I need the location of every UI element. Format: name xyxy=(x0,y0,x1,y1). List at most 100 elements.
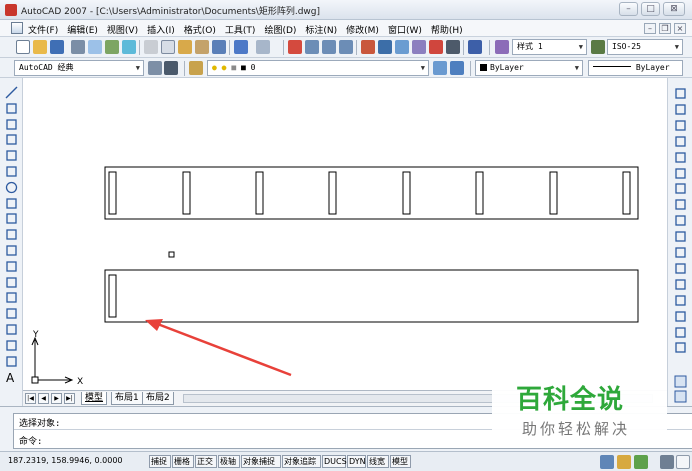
status-toggle[interactable]: 栅格 xyxy=(172,455,194,468)
mdi-close-button[interactable]: × xyxy=(674,23,686,34)
maximize-button[interactable]: □ xyxy=(641,2,660,16)
prev-tab-icon[interactable]: ◀ xyxy=(38,393,49,404)
arc-icon[interactable] xyxy=(5,165,18,178)
next-tab-icon[interactable]: ▶ xyxy=(51,393,62,404)
insert-block-icon[interactable] xyxy=(5,260,18,273)
print-icon[interactable] xyxy=(71,40,85,54)
fillet-icon[interactable] xyxy=(674,326,687,339)
trim-icon[interactable] xyxy=(674,230,687,243)
publish-web-icon[interactable] xyxy=(122,40,136,54)
new-icon[interactable] xyxy=(16,40,30,54)
save-icon[interactable] xyxy=(50,40,64,54)
status-toggle[interactable]: 线宽 xyxy=(367,455,389,468)
dimension-style-icon[interactable] xyxy=(591,40,605,54)
status-menu-icon[interactable] xyxy=(660,455,674,469)
layer-previous-icon[interactable] xyxy=(450,61,464,75)
command-prompt[interactable]: 命令: xyxy=(19,434,42,447)
polygon-icon[interactable] xyxy=(5,133,18,146)
move-icon[interactable] xyxy=(674,167,687,180)
ellipse-icon[interactable] xyxy=(5,228,18,241)
upper-rectangle[interactable] xyxy=(104,166,639,220)
source-slot[interactable] xyxy=(108,274,117,318)
make-object-layer-current-icon[interactable] xyxy=(433,61,447,75)
hatch-icon[interactable] xyxy=(5,307,18,320)
tool-palettes-icon[interactable] xyxy=(395,40,409,54)
ellipse-arc-icon[interactable] xyxy=(5,244,18,257)
communication-center-icon[interactable] xyxy=(600,455,614,469)
markup-icon[interactable] xyxy=(429,40,443,54)
open-icon[interactable] xyxy=(33,40,47,54)
menu-item[interactable]: 视图(V) xyxy=(107,23,138,36)
last-tab-icon[interactable]: ▶| xyxy=(64,393,75,404)
point-icon[interactable] xyxy=(5,291,18,304)
zoom-realtime-icon[interactable] xyxy=(305,40,319,54)
clean-screen-icon[interactable] xyxy=(676,455,690,469)
menu-item[interactable]: 绘图(D) xyxy=(264,23,296,36)
menu-item[interactable]: 标注(N) xyxy=(305,23,337,36)
status-toggle[interactable]: 对象追踪 xyxy=(282,455,321,468)
polyline-icon[interactable] xyxy=(5,118,18,131)
array-slot[interactable] xyxy=(402,171,411,215)
array-slot[interactable] xyxy=(549,171,558,215)
menu-item[interactable]: 窗口(W) xyxy=(388,23,422,36)
publish-icon[interactable] xyxy=(105,40,119,54)
zoom-window-icon[interactable] xyxy=(322,40,336,54)
revision-cloud-icon[interactable] xyxy=(5,197,18,210)
color-dropdown[interactable]: ByLayer ▼ xyxy=(475,60,583,76)
redo-icon[interactable] xyxy=(256,40,270,54)
first-tab-icon[interactable]: |◀ xyxy=(25,393,36,404)
spline-icon[interactable] xyxy=(5,212,18,225)
workspace-settings-icon[interactable] xyxy=(148,61,162,75)
tray-settings-icon[interactable] xyxy=(634,455,648,469)
draw-order-icon[interactable] xyxy=(674,375,687,388)
array-slot[interactable] xyxy=(475,171,484,215)
zoom-previous-icon[interactable] xyxy=(339,40,353,54)
sheet-set-icon[interactable] xyxy=(412,40,426,54)
chamfer-icon[interactable] xyxy=(674,310,687,323)
quickcalc-icon[interactable] xyxy=(446,40,460,54)
circle-icon[interactable] xyxy=(5,181,18,194)
text-style-dropdown[interactable]: 样式 1 ▼ xyxy=(512,39,587,55)
lower-rectangle[interactable] xyxy=(104,269,639,323)
menu-item[interactable]: 工具(T) xyxy=(225,23,256,36)
pan-icon[interactable] xyxy=(288,40,302,54)
table-icon[interactable] xyxy=(5,355,18,368)
join-icon[interactable] xyxy=(674,294,687,307)
array-slot[interactable] xyxy=(622,171,631,215)
menu-item[interactable]: 插入(I) xyxy=(147,23,175,36)
lock-toolbar-icon[interactable] xyxy=(617,455,631,469)
undo-icon[interactable] xyxy=(234,40,248,54)
mirror-icon[interactable] xyxy=(674,119,687,132)
cut-icon[interactable] xyxy=(144,40,158,54)
status-toggle[interactable]: 极轴 xyxy=(218,455,240,468)
close-button[interactable]: ⊠ xyxy=(663,2,685,16)
scale-icon[interactable] xyxy=(674,198,687,211)
design-center-icon[interactable] xyxy=(378,40,392,54)
array-icon[interactable] xyxy=(674,151,687,164)
multiline-text-icon[interactable]: A xyxy=(5,370,18,383)
mdi-restore-button[interactable]: ❐ xyxy=(659,23,671,34)
rotate-icon[interactable] xyxy=(674,182,687,195)
autocad-app-icon[interactable] xyxy=(5,4,17,16)
rectangle-icon[interactable] xyxy=(5,149,18,162)
break-at-point-icon[interactable] xyxy=(674,262,687,275)
array-slot[interactable] xyxy=(108,171,117,215)
properties-icon[interactable] xyxy=(361,40,375,54)
erase-icon[interactable] xyxy=(674,87,687,100)
menu-item[interactable]: 编辑(E) xyxy=(67,23,98,36)
drawing-area[interactable]: Y X xyxy=(23,78,667,390)
stretch-icon[interactable] xyxy=(674,214,687,227)
array-slot[interactable] xyxy=(182,171,191,215)
layer-manager-icon[interactable] xyxy=(189,61,203,75)
gradient-icon[interactable] xyxy=(5,323,18,336)
minimize-button[interactable]: – xyxy=(619,2,638,16)
menu-item[interactable]: 格式(O) xyxy=(184,23,216,36)
make-block-icon[interactable] xyxy=(5,276,18,289)
line-icon[interactable] xyxy=(5,86,18,99)
status-toggle[interactable]: DUCS xyxy=(322,455,347,468)
tab-layout2[interactable]: 布局2 xyxy=(142,392,174,405)
text-style-icon[interactable] xyxy=(495,40,509,54)
menu-item[interactable]: 帮助(H) xyxy=(431,23,463,36)
status-toggle[interactable]: 正交 xyxy=(195,455,217,468)
status-toggle[interactable]: DYN xyxy=(347,455,366,468)
